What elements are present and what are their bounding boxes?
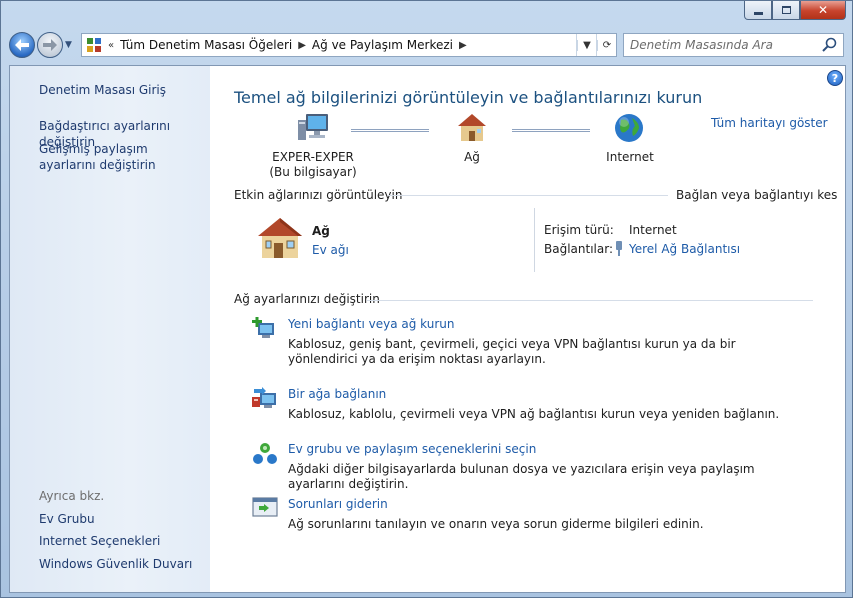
troubleshoot-problems-desc: Ağ sorunlarını tanılayın ve onarın veya … [288,517,704,531]
maximize-button[interactable] [772,1,800,20]
control-panel-home-link[interactable]: Denetim Masası Giriş [39,82,166,98]
close-icon: ✕ [817,3,829,17]
troubleshoot-problems-link[interactable]: Sorunları giderin [288,497,388,511]
breadcrumb-all-control-panel-items[interactable]: Tüm Denetim Masası Öğeleri [120,38,292,52]
access-type-label: Erişim türü: [544,223,614,237]
minimize-button[interactable] [744,1,772,20]
active-network-name: Ağ [312,224,330,238]
recent-pages-dropdown[interactable]: ▼ [65,40,75,50]
forward-button[interactable] [37,32,63,58]
window-controls: ✕ [744,1,846,20]
breadcrumb-overflow[interactable]: « [108,40,114,51]
control-panel-icon [87,38,101,52]
help-icon: ? [831,71,839,85]
map-computer-name: EXPER-EXPER [272,150,354,164]
navigation-bar: ▼ « Tüm Denetim Masası Öğeleri ▶ Ağ ve P… [9,31,844,59]
breadcrumb-network-sharing-center[interactable]: Ağ ve Paylaşım Merkezi [312,38,453,52]
connect-to-network-link[interactable]: Bir ağa bağlanın [288,387,386,401]
map-computer-sub: (Bu bilgisayar) [269,165,357,179]
computer-icon [298,114,328,140]
refresh-button[interactable]: ⟳ [596,34,616,56]
active-networks-heading: Etkin ağlarınızı görüntüleyin [234,188,403,202]
breadcrumb-separator-icon[interactable]: ▶ [298,40,306,51]
maximize-icon [781,6,791,14]
access-type-value: Internet [629,223,677,237]
map-internet-label: Internet [606,150,654,164]
breadcrumb-separator-icon[interactable]: ▶ [459,40,467,51]
local-area-connection-link[interactable]: Yerel Ağ Bağlantısı [629,242,740,256]
setup-new-connection-desc: Kablosuz, geniş bant, çevirmeli, geçici … [288,337,736,366]
see-full-map-link[interactable]: Tüm haritayı göster [711,116,828,130]
network-type-link[interactable]: Ev ağı [312,243,349,257]
homegroup-sharing-icon [253,443,277,464]
search-box[interactable] [623,33,844,57]
map-network-label: Ağ [464,150,480,164]
map-connector-computer-network [351,129,429,132]
map-connector-network-internet [512,129,590,132]
see-also-firewall-link[interactable]: Windows Güvenlik Duvarı [39,556,192,572]
content-area: Denetim Masası Giriş Bağdaştırıcı ayarla… [9,65,846,593]
search-input[interactable] [630,38,821,52]
chevron-down-icon: ▼ [577,39,596,51]
setup-new-connection-link[interactable]: Yeni bağlantı veya ağ kurun [288,317,454,331]
back-button[interactable] [9,32,35,58]
section-divider [388,195,668,196]
connect-to-network-icon [252,387,276,408]
network-adapter-icon [616,241,622,256]
homegroup-sharing-link[interactable]: Ev grubu ve paylaşım seçeneklerini seçin [288,442,536,456]
see-also-heading: Ayrıca bkz. [39,489,105,503]
see-also-homegroup-link[interactable]: Ev Grubu [39,511,95,527]
search-icon[interactable] [821,37,839,53]
chevron-down-icon: ▼ [65,40,72,50]
new-connection-icon [252,317,274,338]
change-settings-heading: Ağ ayarlarınızı değiştirin [234,292,380,306]
home-network-icon [458,114,486,141]
close-button[interactable]: ✕ [800,1,846,20]
task-pane: Denetim Masası Giriş Bağdaştırıcı ayarla… [10,66,210,592]
vertical-divider [534,208,535,272]
window-frame: ✕ ▼ « Tüm Denetim Masası Öğeleri ▶ Ağ ve… [0,0,853,598]
section-divider [367,300,813,301]
homegroup-sharing-desc: Ağdaki diğer bilgisayarlarda bulunan dos… [288,462,755,491]
refresh-icon: ⟳ [597,39,616,51]
see-also-internet-options-link[interactable]: Internet Seçenekleri [39,533,160,549]
connect-to-network-desc: Kablosuz, kablolu, çevirmeli veya VPN ağ… [288,407,780,421]
forward-arrow-icon [43,39,57,51]
back-arrow-icon [15,39,29,51]
home-network-large-icon[interactable] [254,216,304,262]
address-bar[interactable]: « Tüm Denetim Masası Öğeleri ▶ Ağ ve Pay… [81,33,617,57]
minimize-icon [753,11,763,15]
connect-disconnect-link[interactable]: Bağlan veya bağlantıyı kes [676,188,837,202]
page-title: Temel ağ bilgilerinizi görüntüleyin ve b… [234,88,703,107]
map-computer-label: EXPER-EXPER (Bu bilgisayar) [263,150,363,180]
troubleshoot-icon [252,497,278,517]
change-advanced-sharing-link[interactable]: Gelişmiş paylaşım ayarlarını değiştirin [39,141,199,173]
main-pane: ? Temel ağ bilgilerinizi görüntüleyin ve… [210,66,845,592]
address-dropdown-button[interactable]: ▼ [576,34,596,56]
help-button[interactable]: ? [827,70,843,86]
internet-globe-icon [615,114,643,142]
connections-label: Bağlantılar: [544,242,613,256]
